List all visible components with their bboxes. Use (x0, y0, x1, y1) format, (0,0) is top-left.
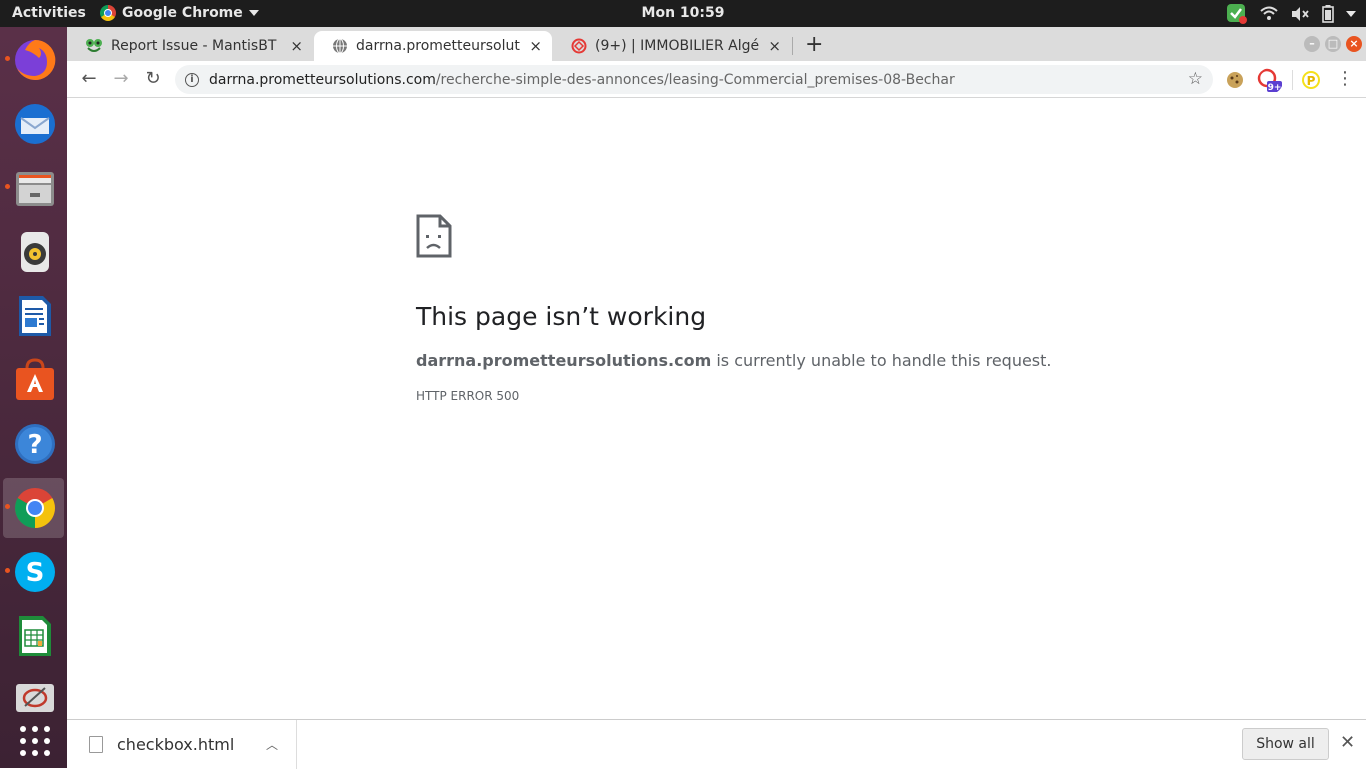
app-grid-icon (20, 726, 50, 756)
tab-close-button[interactable]: × (290, 37, 303, 55)
chrome-icon (15, 488, 55, 528)
error-message-text: is currently unable to handle this reque… (711, 351, 1052, 370)
running-indicator (5, 504, 10, 509)
close-window-button[interactable]: × (1346, 36, 1362, 52)
app-menu-label: Google Chrome (122, 5, 243, 21)
update-notifier-icon[interactable] (1226, 3, 1248, 25)
site-info-icon[interactable]: i (185, 72, 199, 87)
tab-title: (9+) | IMMOBILIER Algérie (595, 38, 761, 54)
running-indicator (5, 56, 10, 61)
tab-immobilier[interactable]: (9+) | IMMOBILIER Algérie × (553, 31, 791, 61)
dock-rhythmbox[interactable] (3, 222, 64, 282)
immobilier-favicon-icon (571, 38, 587, 54)
new-tab-button[interactable]: + (805, 34, 823, 56)
dock: ? S (0, 27, 67, 768)
writer-icon (19, 296, 51, 336)
caret-down-icon (248, 10, 259, 16)
files-icon (16, 172, 54, 206)
battery-icon[interactable] (1322, 5, 1334, 23)
page-content: This page isn’t working darrna.prometteu… (67, 98, 1366, 719)
minimize-button[interactable]: – (1304, 36, 1320, 52)
download-shelf: checkbox.html ︿ Show all ✕ (67, 719, 1366, 769)
dock-chrome[interactable] (3, 478, 64, 538)
bookmark-star-icon[interactable]: ☆ (1188, 69, 1203, 89)
svg-text:?: ? (27, 430, 42, 460)
running-indicator (5, 568, 10, 573)
p-extension-icon[interactable]: P (1301, 70, 1321, 90)
browser-toolbar: ← → ↻ i darrna.prometteursolutions.com/r… (67, 61, 1366, 98)
calc-icon (19, 616, 51, 656)
tab-mantisbt[interactable]: Report Issue - MantisBT × (67, 31, 313, 61)
globe-favicon-icon (333, 38, 347, 54)
dock-skype[interactable]: S (3, 542, 64, 602)
download-item[interactable]: checkbox.html ︿ (77, 720, 297, 769)
error-title: This page isn’t working (416, 302, 707, 331)
dock-show-applications[interactable] (3, 711, 64, 771)
running-indicator (5, 184, 10, 189)
error-host: darrna.prometteursolutions.com (416, 351, 712, 370)
ubuntu-software-icon (16, 358, 54, 400)
dock-firefox[interactable] (3, 30, 64, 90)
tab-darrna[interactable]: darrna.prometteursolutions × (314, 31, 552, 61)
system-tray[interactable] (1226, 3, 1356, 25)
rhythmbox-icon (21, 232, 49, 272)
dock-software[interactable] (3, 350, 64, 410)
skype-icon: S (15, 552, 55, 592)
dock-writer[interactable] (3, 286, 64, 346)
extension-badge-count: 9+ (1268, 83, 1282, 93)
tab-close-button[interactable]: × (768, 37, 781, 55)
tab-title: Report Issue - MantisBT (111, 38, 277, 54)
dock-files[interactable] (3, 158, 64, 218)
back-button[interactable]: ← (77, 67, 101, 91)
wifi-icon[interactable] (1260, 6, 1278, 22)
dock-calc[interactable] (3, 606, 64, 666)
chevron-up-icon[interactable]: ︿ (266, 736, 278, 753)
error-message: darrna.prometteursolutions.com is curren… (416, 351, 1052, 370)
sad-page-icon (416, 214, 452, 258)
file-icon (89, 736, 103, 753)
firefox-icon (15, 39, 56, 80)
maximize-button[interactable]: □ (1325, 36, 1341, 52)
activities-button[interactable]: Activities (12, 5, 86, 21)
system-menu-caret-icon[interactable] (1346, 11, 1356, 17)
mantis-favicon-icon (86, 39, 102, 52)
tab-strip: Report Issue - MantisBT × darrna.promett… (67, 27, 1366, 61)
top-bar: Activities Google Chrome Mon 10:59 (0, 0, 1366, 27)
toolbar-separator (1292, 70, 1293, 90)
chrome-icon (100, 5, 116, 21)
forward-button[interactable]: → (109, 67, 133, 91)
thunderbird-icon (15, 104, 55, 144)
download-file-name: checkbox.html (117, 735, 235, 754)
cookie-extension-icon[interactable] (1225, 70, 1245, 90)
close-shelf-button[interactable]: ✕ (1340, 732, 1355, 753)
extension-badge-icon[interactable]: 9+ (1257, 68, 1283, 94)
address-bar[interactable]: i darrna.prometteursolutions.com/recherc… (175, 65, 1213, 94)
tab-title: darrna.prometteursolutions (356, 38, 521, 54)
url-domain: darrna.prometteursolutions.com (209, 71, 436, 88)
show-all-button[interactable]: Show all (1242, 728, 1329, 760)
svg-text:P: P (1307, 74, 1316, 88)
url-path: /recherche-simple-des-annonces/leasing-C… (435, 71, 955, 88)
reload-button[interactable]: ↻ (141, 67, 165, 91)
dock-thunderbird[interactable] (3, 94, 64, 154)
dock-help[interactable]: ? (3, 414, 64, 474)
chrome-menu-button[interactable]: ⋮ (1333, 67, 1357, 91)
app-menu[interactable]: Google Chrome (100, 5, 259, 21)
tab-separator (792, 37, 793, 55)
tab-close-button[interactable]: × (529, 37, 542, 55)
svg-text:S: S (26, 558, 45, 588)
volume-muted-icon[interactable] (1290, 6, 1310, 22)
error-code: HTTP ERROR 500 (416, 389, 520, 403)
help-icon: ? (15, 424, 55, 464)
